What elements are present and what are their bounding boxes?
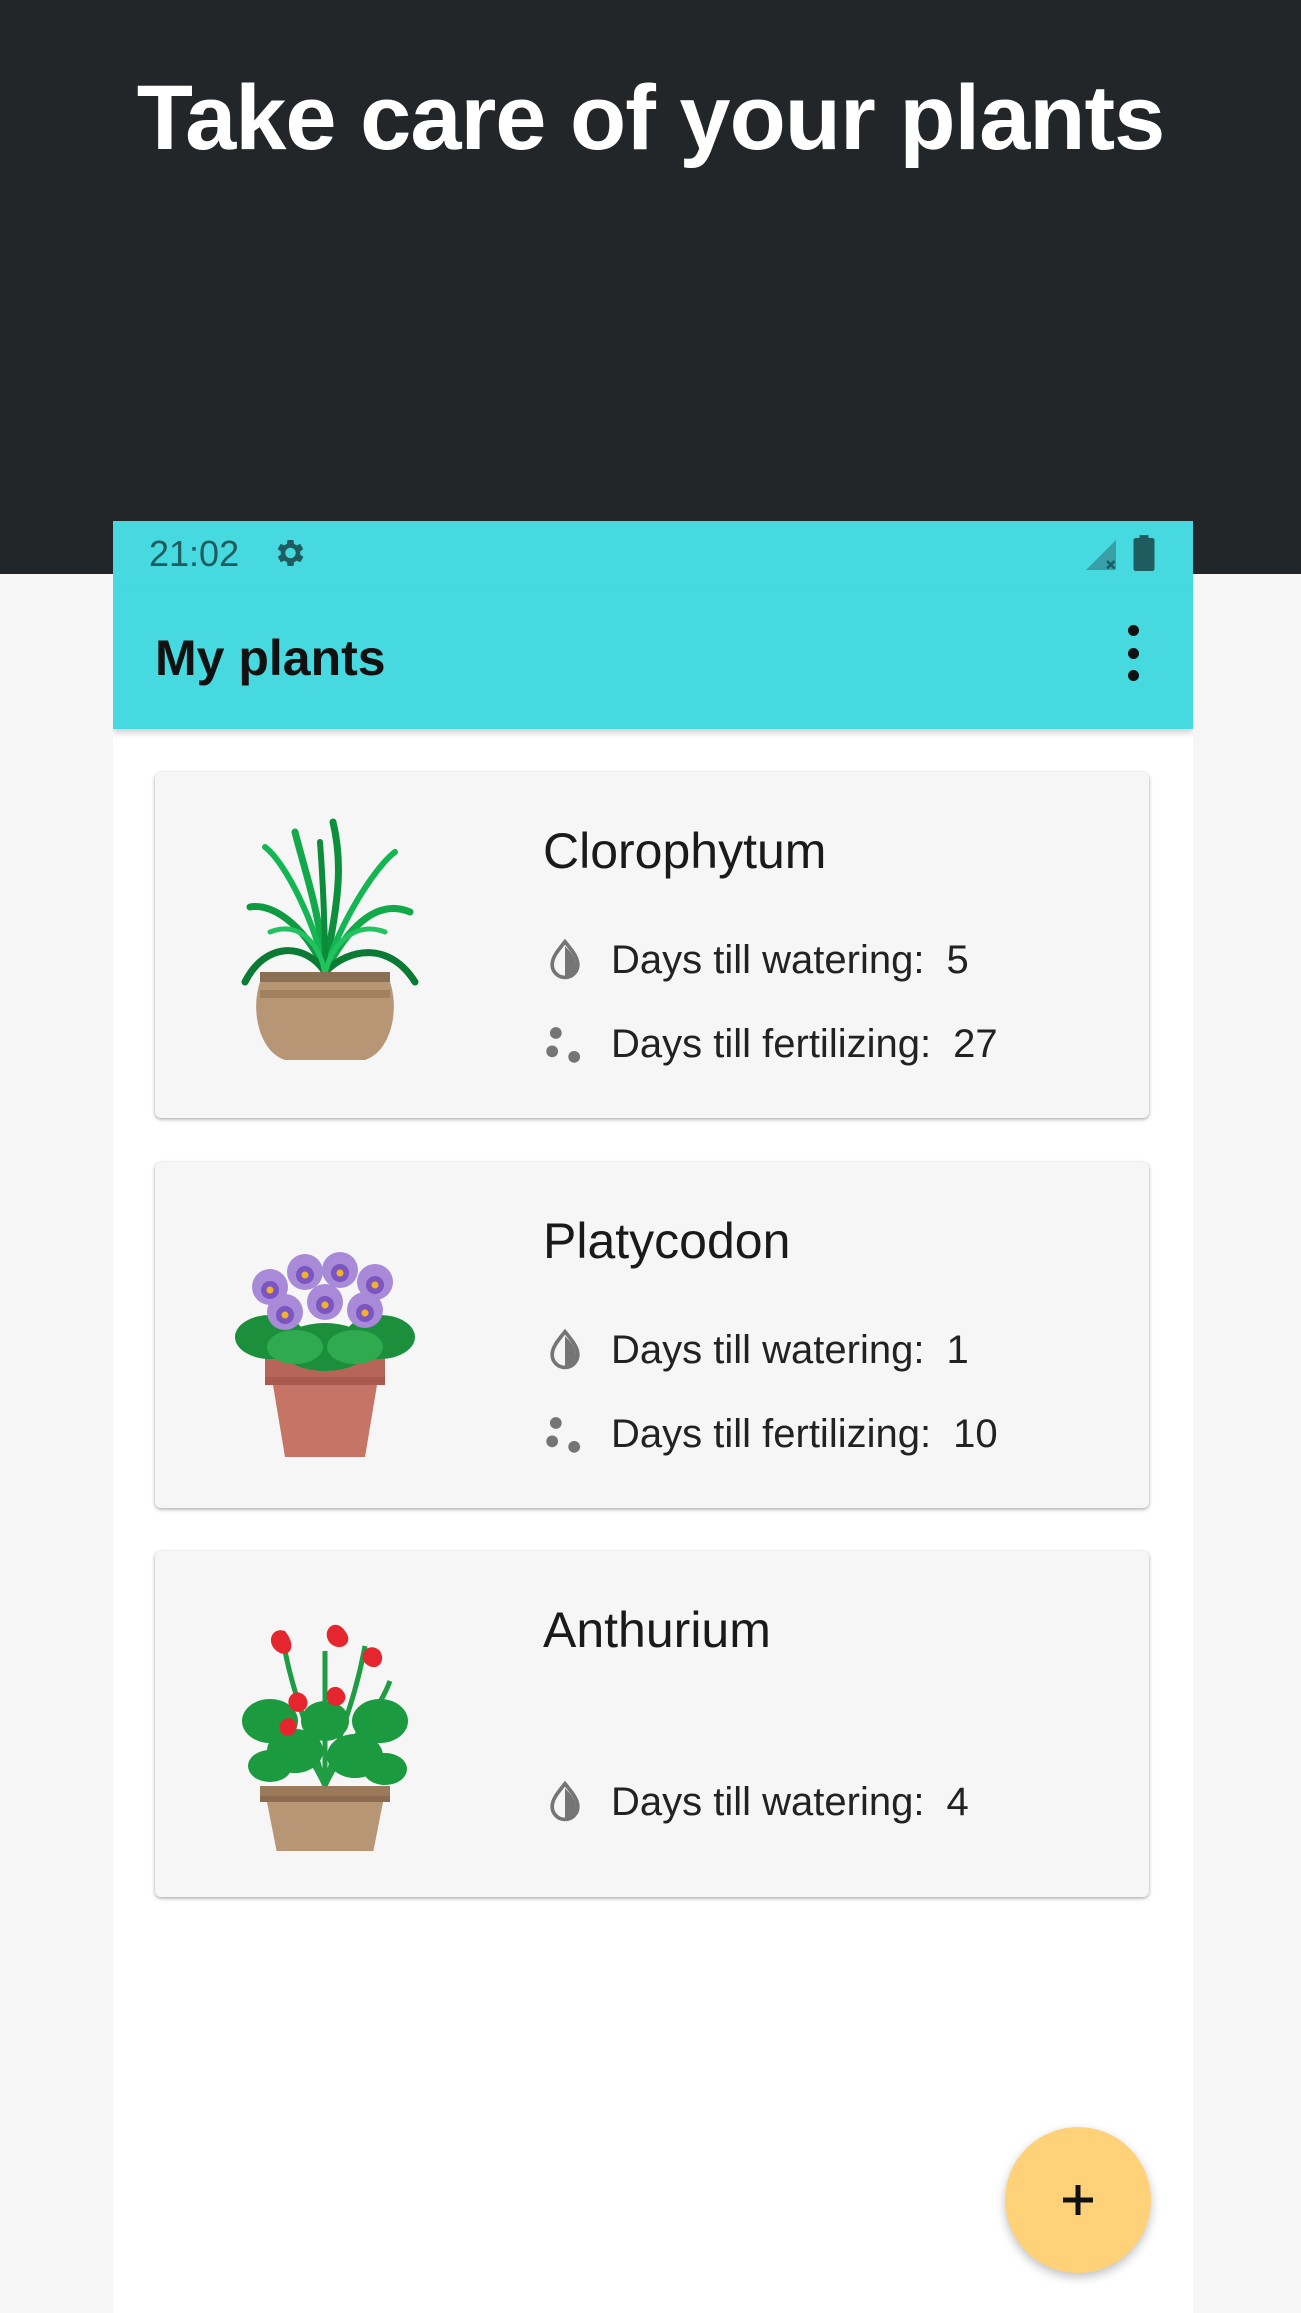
water-drop-icon [550,1328,580,1370]
fertilizing-label: Days till fertilizing: [611,1411,932,1456]
signal-icon [1086,540,1116,570]
fertilizer-dots-icon [546,1417,581,1453]
app-bar: My plants [113,587,1193,729]
fertilizer-dots-icon [546,1027,581,1063]
watering-row: Days till watering: 4 [543,1774,969,1830]
spider-plant-illustration [241,818,419,1060]
fertilizing-row: Days till fertilizing: 10 [543,1406,998,1462]
watering-label: Days till watering: [611,937,925,982]
promo-banner: Take care of your plants [0,0,1301,574]
app-bar-title: My plants [155,630,386,686]
anthurium-pot-illustration [242,1624,408,1851]
phone-screen: 21:02 My plants Clorophytum Days till wa… [113,521,1193,2313]
fertilizing-row: Days till fertilizing: 27 [543,1016,998,1072]
fertilizing-days-value: 27 [953,1021,998,1066]
status-time: 21:02 [149,533,240,574]
fertilizing-days-value: 10 [953,1411,998,1456]
battery-icon [1133,535,1155,571]
violet-flower-pot-illustration [235,1252,415,1457]
water-drop-icon [550,938,580,980]
watering-row: Days till watering: 5 [543,932,969,988]
gear-icon [277,539,304,567]
add-plant-button[interactable] [1005,2127,1151,2273]
status-bar: 21:02 [113,521,1193,587]
watering-label: Days till watering: [611,1779,925,1824]
more-vert-icon[interactable] [1123,625,1143,681]
watering-row: Days till watering: 1 [543,1322,969,1378]
plant-name: Anthurium [543,1602,771,1658]
plant-card-platycodon[interactable]: Platycodon Days till watering: 1 Days ti… [155,1162,1149,1508]
fertilizing-label: Days till fertilizing: [611,1021,932,1066]
promo-headline: Take care of your plants [136,67,1166,169]
watering-days-value: 4 [946,1779,969,1824]
water-drop-icon [550,1780,580,1822]
plant-card-anthurium[interactable]: Anthurium Days till watering: 4 [155,1551,1149,1897]
plant-name: Platycodon [543,1213,791,1269]
watering-label: Days till watering: [611,1327,925,1372]
plus-icon [1063,2185,1093,2215]
watering-days-value: 5 [946,937,969,982]
plant-card-clorophytum[interactable]: Clorophytum Days till watering: 5 Days t… [155,772,1149,1118]
watering-days-value: 1 [946,1327,969,1372]
plant-name: Clorophytum [543,823,827,879]
